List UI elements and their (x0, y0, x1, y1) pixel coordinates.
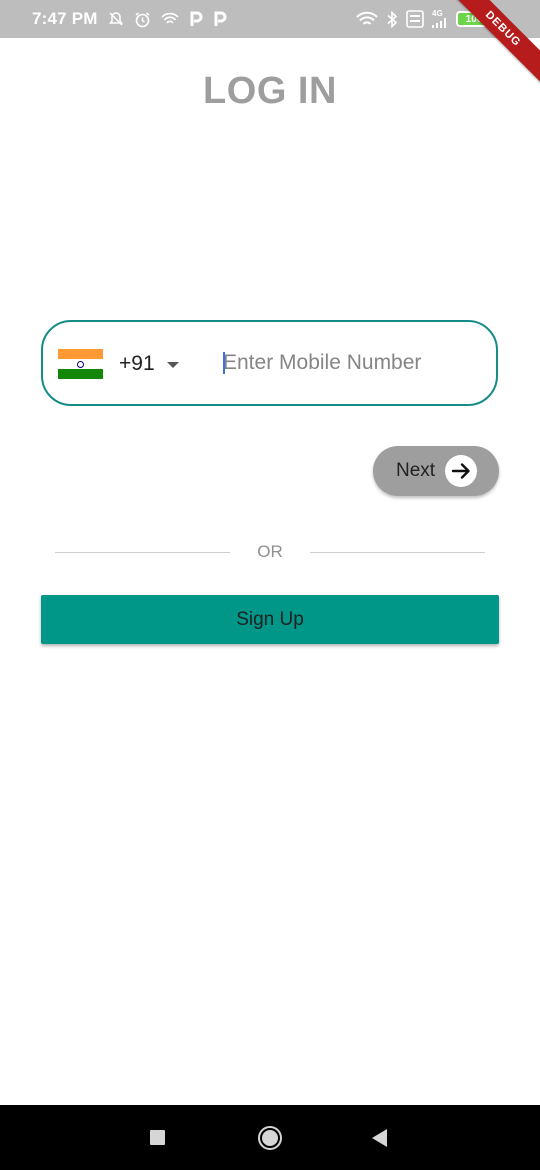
status-time: 7:47 PM (32, 9, 98, 28)
page-title: LOG IN (203, 70, 337, 112)
navigation-bar (0, 1105, 540, 1170)
country-code[interactable]: +91 (119, 352, 155, 376)
recents-icon[interactable] (150, 1130, 165, 1145)
next-label: Next (396, 460, 436, 481)
sign-up-button[interactable]: Sign Up (41, 595, 499, 644)
divider-line-left (55, 552, 230, 553)
india-flag-icon[interactable] (58, 349, 103, 379)
or-divider-label: OR (257, 542, 283, 561)
divider-line-right (310, 552, 485, 553)
bluetooth-icon (387, 10, 398, 28)
home-icon[interactable] (258, 1126, 282, 1150)
chevron-down-icon[interactable] (167, 362, 179, 368)
network-type: 4G (432, 9, 443, 18)
login-screen: 7:47 PM 4G 100 DEBUG LOG IN +91 Enter Mo… (0, 0, 540, 1170)
signal-icon (432, 18, 446, 28)
phone-number-field[interactable]: +91 (41, 320, 498, 406)
status-bar: 7:47 PM 4G 100 (0, 0, 540, 38)
wifi-calling-icon (161, 12, 179, 24)
mobile-number-input[interactable] (223, 346, 483, 380)
alarm-icon (135, 11, 150, 27)
sign-up-label: Sign Up (236, 608, 304, 630)
wifi-icon (356, 11, 378, 25)
bell-off-icon (108, 12, 123, 26)
status-left-icons (108, 11, 227, 28)
volte-icon (406, 10, 424, 28)
signal-group: 4G (432, 10, 448, 28)
p-app-icon (214, 11, 227, 26)
text-cursor (223, 352, 225, 374)
back-icon[interactable] (372, 1129, 387, 1147)
arrow-right-icon (445, 455, 477, 487)
p-app-icon (190, 11, 203, 26)
next-button[interactable]: Next (373, 446, 499, 496)
